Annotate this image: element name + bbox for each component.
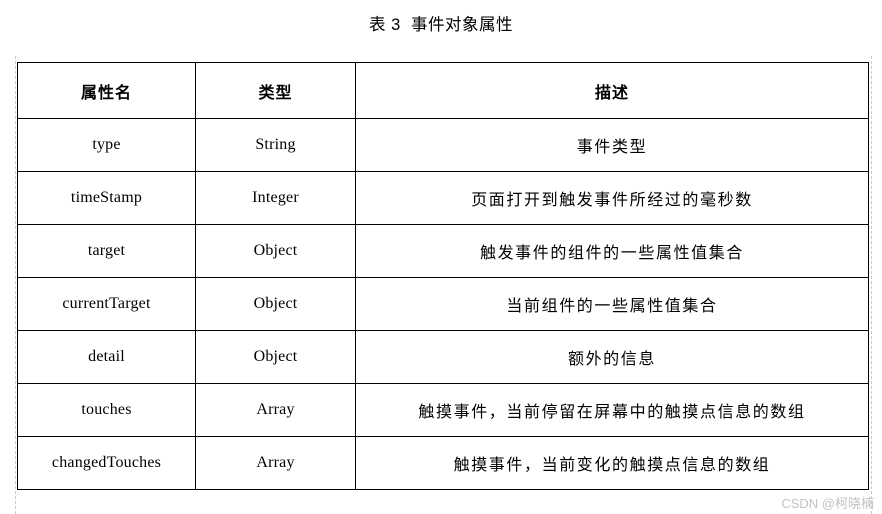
cell-type: Object <box>195 224 356 278</box>
column-header-attribute-name: 属性名 <box>17 62 196 119</box>
cell-description: 当前组件的一些属性值集合 <box>355 277 869 331</box>
cell-description: 触摸事件，当前变化的触摸点信息的数组 <box>355 436 869 490</box>
table-caption: 表 3 事件对象属性 <box>369 16 513 34</box>
table-row: touches Array 触摸事件，当前停留在屏幕中的触摸点信息的数组 <box>17 383 869 437</box>
cell-description: 触摸事件，当前停留在屏幕中的触摸点信息的数组 <box>355 383 869 437</box>
column-header-type: 类型 <box>195 62 356 119</box>
table-row: type String 事件类型 <box>17 118 869 172</box>
csdn-watermark: CSDN @柯晓楠 <box>781 496 874 511</box>
cell-type: Array <box>195 436 356 490</box>
page-margin-guide-left <box>15 56 16 514</box>
cell-attribute-name: type <box>17 118 196 172</box>
cell-attribute-name: currentTarget <box>17 277 196 331</box>
table-row: changedTouches Array 触摸事件，当前变化的触摸点信息的数组 <box>17 436 869 490</box>
table-row: currentTarget Object 当前组件的一些属性值集合 <box>17 277 869 331</box>
cell-type: Object <box>195 330 356 384</box>
cell-attribute-name: touches <box>17 383 196 437</box>
page-margin-guide-right <box>871 56 872 514</box>
cell-attribute-name: timeStamp <box>17 171 196 225</box>
cell-description: 事件类型 <box>355 118 869 172</box>
cell-attribute-name: changedTouches <box>17 436 196 490</box>
cell-type: Array <box>195 383 356 437</box>
cell-description: 额外的信息 <box>355 330 869 384</box>
table-header-row: 属性名 类型 描述 <box>17 62 869 119</box>
cell-type: String <box>195 118 356 172</box>
cell-attribute-name: target <box>17 224 196 278</box>
column-header-description: 描述 <box>355 62 869 119</box>
table-row: detail Object 额外的信息 <box>17 330 869 384</box>
cell-description: 触发事件的组件的一些属性值集合 <box>355 224 869 278</box>
table-row: timeStamp Integer 页面打开到触发事件所经过的毫秒数 <box>17 171 869 225</box>
event-object-attributes-table: 属性名 类型 描述 type String 事件类型 timeStamp Int… <box>17 62 869 490</box>
table-row: target Object 触发事件的组件的一些属性值集合 <box>17 224 869 278</box>
cell-attribute-name: detail <box>17 330 196 384</box>
cell-type: Integer <box>195 171 356 225</box>
cell-description: 页面打开到触发事件所经过的毫秒数 <box>355 171 869 225</box>
cell-type: Object <box>195 277 356 331</box>
